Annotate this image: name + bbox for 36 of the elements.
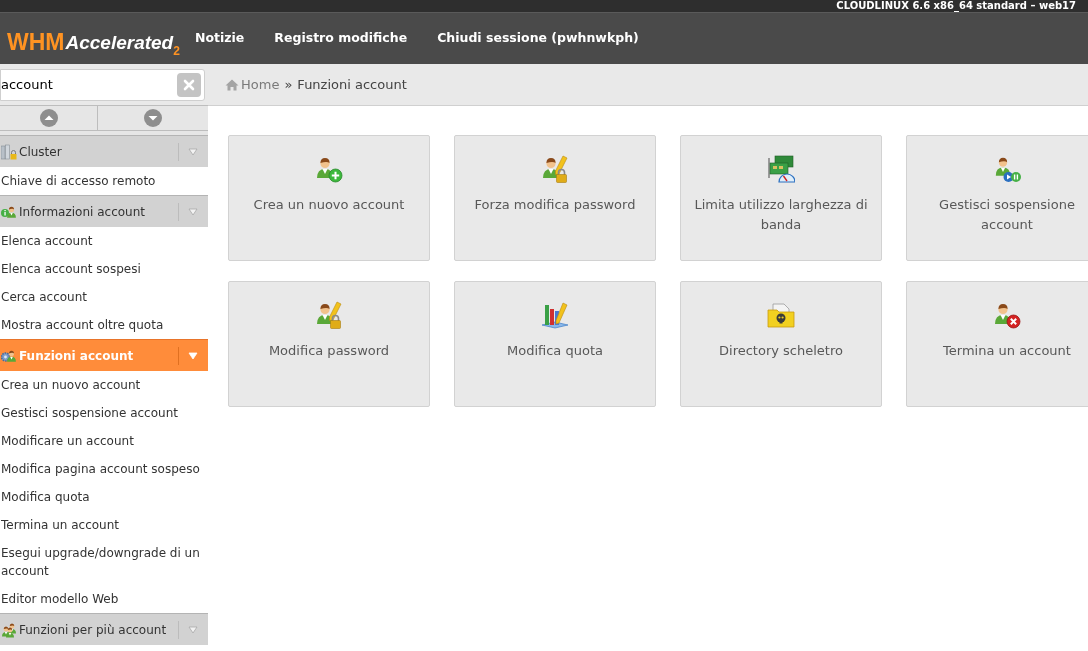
person-cross-icon — [993, 301, 1021, 329]
person-play-pause-icon — [993, 155, 1021, 183]
server-lock-icon — [1, 143, 17, 160]
sidebar-section-header[interactable]: Cluster — [0, 135, 208, 167]
person-plus-icon — [315, 155, 343, 183]
function-card[interactable]: Limita utilizzo larghezza di banda — [680, 135, 882, 261]
person-pencil-lock-icon — [315, 301, 343, 329]
bar-chart-pencil-icon — [541, 301, 569, 329]
function-card[interactable]: Termina un account — [906, 281, 1088, 407]
caret-icon — [188, 351, 198, 360]
nav-link[interactable]: Notizie — [195, 29, 245, 48]
server-info: CLOUDLINUX 6.6 x86_64 standard – web17 — [836, 0, 1076, 12]
breadcrumb-current: Funzioni account — [297, 75, 407, 94]
function-card[interactable]: Modifica password — [228, 281, 430, 407]
sidebar-section-header[interactable]: Funzioni per più account — [0, 613, 208, 645]
caret-icon — [188, 147, 198, 156]
function-card[interactable]: Directory scheletro — [680, 281, 882, 407]
function-card[interactable]: Gestisci sospensione account — [906, 135, 1088, 261]
people-group-icon — [1, 621, 17, 638]
nav-link[interactable]: Chiudi sessione (pwhnwkph) — [437, 29, 639, 48]
network-card-gauge-icon — [767, 155, 795, 183]
search-field[interactable]: account — [0, 68, 205, 101]
caret-icon — [188, 625, 198, 634]
caret-icon — [188, 207, 198, 216]
function-card[interactable]: Forza modifica password — [454, 135, 656, 261]
function-card[interactable]: Modifica quota — [454, 281, 656, 407]
sidebar-section-header[interactable]: Informazioni account — [0, 195, 208, 227]
function-card[interactable]: Crea un nuovo account — [228, 135, 430, 261]
clear-search-button[interactable] — [177, 72, 201, 97]
nav-link[interactable]: Registro modifiche — [274, 29, 408, 48]
person-pencil-lock-icon — [541, 155, 569, 183]
close-icon — [183, 78, 195, 91]
folder-skull-icon — [767, 301, 795, 329]
breadcrumb-separator: » — [284, 75, 293, 94]
breadcrumb-link[interactable]: Home — [241, 74, 280, 95]
home-icon — [225, 78, 239, 91]
